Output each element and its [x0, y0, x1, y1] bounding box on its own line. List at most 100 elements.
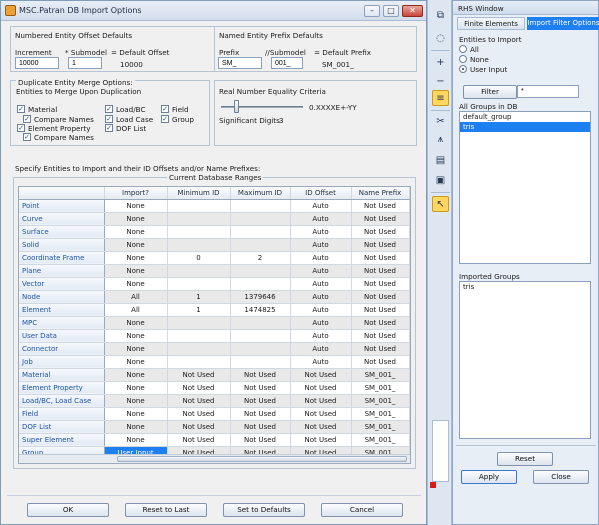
id-offset-cell[interactable]: Auto — [290, 199, 352, 213]
id-offset-cell[interactable]: Auto — [290, 355, 352, 369]
name-prefix-cell[interactable]: Not Used — [351, 199, 410, 213]
min-id-cell[interactable] — [167, 342, 231, 356]
import-cell[interactable]: None — [104, 420, 168, 434]
import-cell[interactable]: None — [104, 225, 168, 239]
layers-icon[interactable]: ⧉ — [432, 8, 449, 24]
prefix-field[interactable] — [218, 57, 262, 69]
min-id-cell[interactable]: 1 — [167, 290, 231, 304]
import-cell[interactable]: None — [104, 342, 168, 356]
min-id-cell[interactable] — [167, 355, 231, 369]
id-offset-cell[interactable]: Auto — [290, 342, 352, 356]
min-id-cell[interactable]: Not Used — [167, 407, 231, 421]
id-offset-cell[interactable]: Auto — [290, 290, 352, 304]
hscroll-thumb[interactable] — [117, 456, 407, 462]
name-prefix-cell[interactable]: Not Used — [351, 264, 410, 278]
name-prefix-cell[interactable]: SM_001_ — [351, 433, 410, 447]
import-cell[interactable]: None — [104, 212, 168, 226]
import-cell[interactable]: None — [104, 394, 168, 408]
min-id-cell[interactable] — [167, 277, 231, 291]
minimize-button[interactable]: – — [364, 5, 380, 17]
max-id-cell[interactable]: Not Used — [230, 394, 291, 408]
min-id-cell[interactable]: Not Used — [167, 368, 231, 382]
max-id-cell[interactable] — [230, 264, 291, 278]
table-row[interactable]: Vector None Auto Not Used — [19, 277, 410, 291]
max-id-cell[interactable]: 2 — [230, 251, 291, 265]
import-cell[interactable]: None — [104, 381, 168, 395]
name-prefix-cell[interactable]: Not Used — [351, 316, 410, 330]
table-row[interactable]: Node All 1 1379646 Auto Not Used — [19, 290, 410, 304]
all-groups-listbox[interactable]: default_group tris — [459, 111, 591, 264]
toolbar-scroll-area[interactable] — [432, 420, 449, 482]
import-cell[interactable]: None — [104, 355, 168, 369]
name-prefix-cell[interactable]: SM_001_ — [351, 394, 410, 408]
import-cell[interactable]: None — [104, 199, 168, 213]
max-id-cell[interactable] — [230, 355, 291, 369]
dof-list-checkbox[interactable]: ✓ — [105, 124, 113, 132]
col-id-offset[interactable]: ID Offset — [290, 187, 352, 200]
min-id-cell[interactable]: Not Used — [167, 394, 231, 408]
max-id-cell[interactable]: Not Used — [230, 368, 291, 382]
name-prefix-cell[interactable]: SM_001_ — [351, 381, 410, 395]
table-row[interactable]: User Data None Auto Not Used — [19, 329, 410, 343]
field-checkbox[interactable]: ✓ — [161, 105, 169, 113]
id-offset-cell[interactable]: Not Used — [290, 433, 352, 447]
max-id-cell[interactable] — [230, 329, 291, 343]
table-row[interactable]: Super Element None Not Used Not Used Not Use… — [19, 433, 410, 447]
import-cell[interactable]: None — [104, 329, 168, 343]
name-prefix-cell[interactable]: Not Used — [351, 277, 410, 291]
row-header[interactable]: MPC — [19, 316, 105, 330]
list-item-selected[interactable]: tris — [460, 122, 590, 132]
tab-import-filter-options[interactable]: Import Filter Options — [527, 17, 599, 30]
pointer-icon[interactable]: ↖ — [432, 196, 449, 212]
rhs-titlebar[interactable]: RHS Window — [453, 1, 598, 15]
filter-icon[interactable]: ⩚ — [432, 132, 449, 148]
id-offset-cell[interactable]: Not Used — [290, 381, 352, 395]
maximize-button[interactable]: □ — [383, 5, 399, 17]
name-prefix-cell[interactable]: SM_001_ — [351, 407, 410, 421]
id-offset-cell[interactable]: Auto — [290, 277, 352, 291]
import-cell[interactable]: All — [104, 303, 168, 317]
row-header[interactable]: Field — [19, 407, 105, 421]
load-case-checkbox[interactable]: ✓ — [105, 115, 113, 123]
id-offset-cell[interactable]: Not Used — [290, 420, 352, 434]
id-offset-cell[interactable]: Auto — [290, 238, 352, 252]
table-row[interactable]: Element Property None Not Used Not Used Not … — [19, 381, 410, 395]
submodel-field[interactable] — [68, 57, 102, 69]
cancel-button[interactable]: Cancel — [321, 503, 403, 517]
row-header[interactable]: Solid — [19, 238, 105, 252]
import-cell[interactable]: All — [104, 290, 168, 304]
row-header[interactable]: Material — [19, 368, 105, 382]
min-id-cell[interactable] — [167, 316, 231, 330]
min-id-cell[interactable]: 1 — [167, 303, 231, 317]
imported-groups-listbox[interactable]: tris — [459, 281, 591, 439]
table-row[interactable]: Load/BC, Load Case None Not Used Not Used No… — [19, 394, 410, 408]
name-prefix-cell[interactable]: SM_001_ — [351, 368, 410, 382]
lasso-icon[interactable]: ◌ — [432, 31, 449, 47]
min-id-cell[interactable] — [167, 264, 231, 278]
import-cell[interactable]: None — [104, 433, 168, 447]
import-cell[interactable]: None — [104, 264, 168, 278]
import-cell[interactable]: None — [104, 368, 168, 382]
row-header[interactable]: Connector — [19, 342, 105, 356]
row-header[interactable]: Load/BC, Load Case — [19, 394, 105, 408]
row-header[interactable]: Vector — [19, 277, 105, 291]
name-prefix-cell[interactable]: Not Used — [351, 355, 410, 369]
radio-all[interactable] — [459, 45, 467, 53]
table-row[interactable]: Solid None Auto Not Used — [19, 238, 410, 252]
minus-icon[interactable]: − — [432, 74, 449, 90]
list-item[interactable]: default_group — [460, 112, 590, 122]
import-cell[interactable]: None — [104, 316, 168, 330]
max-id-cell[interactable] — [230, 238, 291, 252]
group-checkbox[interactable]: ✓ — [161, 115, 169, 123]
row-header[interactable]: Surface — [19, 225, 105, 239]
max-id-cell[interactable] — [230, 212, 291, 226]
import-cell[interactable]: None — [104, 251, 168, 265]
slider-thumb[interactable] — [234, 100, 239, 113]
compare-names-1-checkbox[interactable]: ✓ — [23, 115, 31, 123]
import-cell[interactable]: None — [104, 407, 168, 421]
min-id-cell[interactable] — [167, 212, 231, 226]
max-id-cell[interactable] — [230, 316, 291, 330]
table-row[interactable]: Field None Not Used Not Used Not Used SM_001_ — [19, 407, 410, 421]
set-to-defaults-button[interactable]: Set to Defaults — [223, 503, 305, 517]
name-prefix-cell[interactable]: Not Used — [351, 251, 410, 265]
